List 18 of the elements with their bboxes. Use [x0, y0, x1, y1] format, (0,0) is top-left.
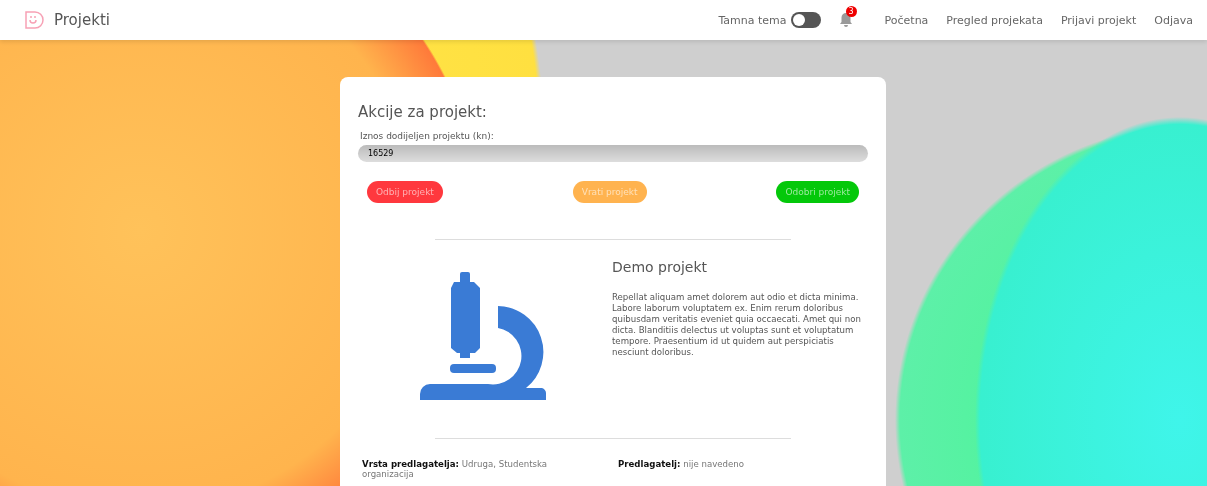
amount-input[interactable]: 16529 [358, 145, 868, 162]
amount-label: Iznos dodijeljen projektu (kn): [360, 131, 495, 141]
project-title: Demo projekt [612, 259, 709, 275]
nav-link[interactable]: Odjava [1154, 13, 1193, 27]
logo-icon [24, 10, 44, 30]
microscope-icon [420, 270, 546, 400]
brand-title[interactable]: Projekti [54, 11, 110, 29]
project-description: Repellat aliquam amet dolorem aut odio et dicta minima. Labore laborum voluptatem ex. Enim rerum doloribus quibusdam veritatis eveniet quia occaecati. Amet qui non dicta. Blanditiis delectus ut voluptas sunt et voluptatum tempore. Praesentium id ut quidem aut perspiciatis nesciunt doloribus. [612, 292, 862, 358]
theme-toggle[interactable] [790, 12, 821, 28]
bell-icon[interactable] [838, 12, 853, 28]
detail-text: Predlagatelj: nije navedeno [618, 459, 745, 471]
actions-title: Akcije za projekt: [358, 103, 488, 121]
nav-link[interactable]: Prijavi projekt [1060, 13, 1137, 27]
nav-link[interactable]: Pregled projekata [946, 13, 1043, 27]
detail-text: Vrsta predlagatelja: Udruga, Studentska organizacija [362, 459, 549, 479]
notification-badge: 3 [845, 6, 857, 17]
theme-toggle-label: Tamna tema [718, 13, 787, 27]
nav-link[interactable]: Početna [884, 13, 929, 27]
